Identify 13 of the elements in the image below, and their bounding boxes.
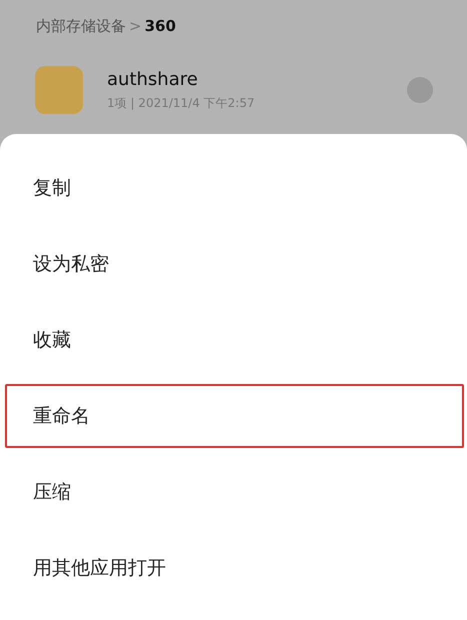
menu-item[interactable]: 收藏 bbox=[5, 302, 464, 378]
file-name: authshare bbox=[107, 68, 199, 90]
breadcrumb-separator: > bbox=[129, 17, 142, 35]
select-checkbox[interactable] bbox=[407, 77, 433, 103]
menu-item[interactable]: 用其他应用打开 bbox=[5, 530, 464, 606]
menu-item[interactable]: 压缩 bbox=[5, 454, 464, 530]
breadcrumb-current: 360 bbox=[144, 17, 176, 35]
menu-item[interactable]: 重命名 bbox=[5, 384, 464, 448]
breadcrumb-link[interactable]: 内部存储设备 bbox=[36, 16, 126, 36]
menu-item[interactable]: 设为私密 bbox=[5, 226, 464, 302]
file-meta: 1项 | 2021/11/4 下午2:57 bbox=[107, 94, 256, 112]
folder-icon bbox=[35, 66, 83, 114]
menu-item[interactable]: 复制 bbox=[5, 150, 464, 226]
